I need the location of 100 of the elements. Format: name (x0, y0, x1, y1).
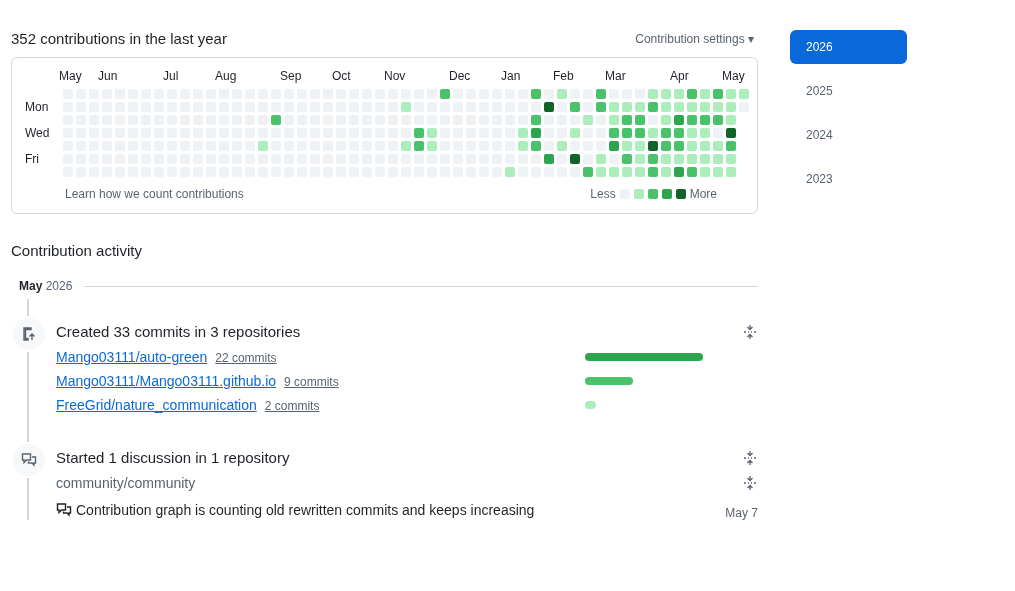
day-cell[interactable] (687, 102, 697, 112)
day-cell[interactable] (661, 102, 671, 112)
day-cell[interactable] (544, 102, 554, 112)
day-cell[interactable] (713, 89, 723, 99)
repository-link[interactable]: FreeGrid/nature_communication (56, 397, 257, 413)
day-cell[interactable] (687, 115, 697, 125)
day-cell[interactable] (570, 128, 580, 138)
day-cell[interactable] (713, 154, 723, 164)
day-cell[interactable] (609, 115, 619, 125)
day-cell[interactable] (726, 154, 736, 164)
day-cell[interactable] (596, 102, 606, 112)
day-cell[interactable] (687, 128, 697, 138)
day-cell[interactable] (661, 128, 671, 138)
day-cell[interactable] (622, 154, 632, 164)
day-cell[interactable] (661, 167, 671, 177)
day-cell[interactable] (687, 167, 697, 177)
commit-count-link[interactable]: 9 commits (284, 375, 339, 389)
day-cell[interactable] (414, 128, 424, 138)
day-cell[interactable] (726, 128, 736, 138)
commit-count-link[interactable]: 22 commits (215, 351, 277, 365)
day-cell[interactable] (557, 89, 567, 99)
day-cell[interactable] (401, 102, 411, 112)
day-cell[interactable] (635, 154, 645, 164)
day-cell[interactable] (609, 167, 619, 177)
day-cell[interactable] (700, 167, 710, 177)
day-cell[interactable] (726, 167, 736, 177)
day-cell[interactable] (609, 141, 619, 151)
day-cell[interactable] (674, 115, 684, 125)
day-cell[interactable] (726, 115, 736, 125)
day-cell[interactable] (700, 89, 710, 99)
day-cell[interactable] (596, 89, 606, 99)
day-cell[interactable] (518, 141, 528, 151)
day-cell[interactable] (401, 141, 411, 151)
day-cell[interactable] (739, 89, 749, 99)
day-cell[interactable] (687, 89, 697, 99)
day-cell[interactable] (596, 154, 606, 164)
day-cell[interactable] (505, 167, 515, 177)
collapse-icon[interactable] (742, 449, 758, 466)
day-cell[interactable] (713, 102, 723, 112)
day-cell[interactable] (531, 115, 541, 125)
collapse-icon[interactable] (742, 323, 758, 340)
day-cell[interactable] (531, 89, 541, 99)
day-cell[interactable] (544, 154, 554, 164)
commit-count-link[interactable]: 2 commits (264, 399, 320, 413)
day-cell[interactable] (622, 167, 632, 177)
day-cell[interactable] (635, 167, 645, 177)
collapse-icon[interactable] (742, 475, 758, 491)
day-cell[interactable] (726, 89, 736, 99)
year-tab[interactable]: 2023 (790, 162, 907, 196)
day-cell[interactable] (661, 89, 671, 99)
year-tab[interactable]: 2024 (790, 118, 907, 152)
day-cell[interactable] (622, 102, 632, 112)
day-cell[interactable] (687, 154, 697, 164)
day-cell[interactable] (648, 89, 658, 99)
day-cell[interactable] (531, 128, 541, 138)
day-cell[interactable] (570, 102, 580, 112)
day-cell[interactable] (700, 154, 710, 164)
learn-link[interactable]: Learn how we count contributions (65, 187, 244, 201)
day-cell[interactable] (700, 141, 710, 151)
year-tab[interactable]: 2025 (790, 74, 907, 108)
day-cell[interactable] (713, 167, 723, 177)
day-cell[interactable] (622, 128, 632, 138)
day-cell[interactable] (557, 141, 567, 151)
day-cell[interactable] (713, 115, 723, 125)
day-cell[interactable] (440, 89, 450, 99)
day-cell[interactable] (661, 154, 671, 164)
discussion-title[interactable]: Contribution graph is counting old rewritten commits and keeps increasing (76, 502, 722, 518)
day-cell[interactable] (674, 154, 684, 164)
day-cell[interactable] (674, 89, 684, 99)
day-cell[interactable] (713, 141, 723, 151)
day-cell[interactable] (414, 141, 424, 151)
repository-link[interactable]: Mango03111/auto-green (56, 349, 208, 365)
day-cell[interactable] (674, 102, 684, 112)
day-cell[interactable] (622, 115, 632, 125)
day-cell[interactable] (700, 128, 710, 138)
day-cell[interactable] (609, 128, 619, 138)
day-cell[interactable] (596, 167, 606, 177)
day-cell[interactable] (583, 167, 593, 177)
day-cell[interactable] (427, 141, 437, 151)
day-cell[interactable] (271, 115, 281, 125)
day-cell[interactable] (635, 141, 645, 151)
day-cell[interactable] (674, 128, 684, 138)
day-cell[interactable] (635, 102, 645, 112)
day-cell[interactable] (635, 128, 645, 138)
day-cell[interactable] (674, 141, 684, 151)
day-cell[interactable] (687, 141, 697, 151)
day-cell[interactable] (648, 102, 658, 112)
day-cell[interactable] (661, 115, 671, 125)
day-cell[interactable] (648, 154, 658, 164)
day-cell[interactable] (726, 141, 736, 151)
repository-link[interactable]: Mango03111/Mango03111.github.io (56, 373, 277, 389)
day-cell[interactable] (258, 141, 268, 151)
day-cell[interactable] (622, 141, 632, 151)
year-tab[interactable]: 2026 (790, 30, 907, 64)
day-cell[interactable] (726, 102, 736, 112)
day-cell[interactable] (648, 141, 658, 151)
day-cell[interactable] (700, 115, 710, 125)
day-cell[interactable] (518, 128, 528, 138)
day-cell[interactable] (531, 141, 541, 151)
day-cell[interactable] (648, 167, 658, 177)
